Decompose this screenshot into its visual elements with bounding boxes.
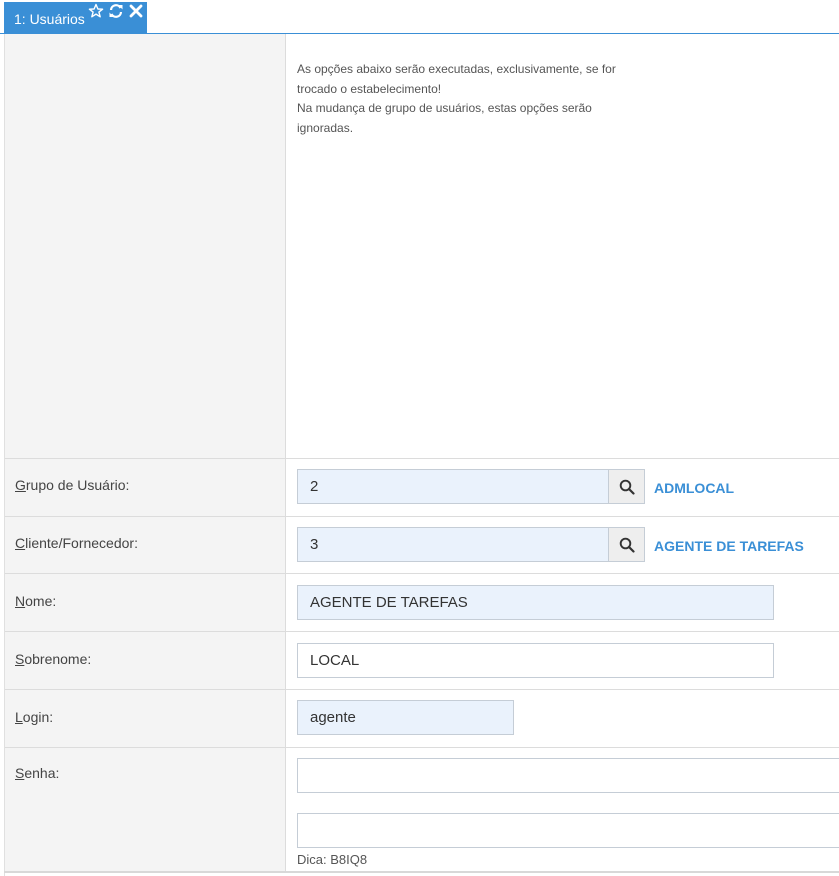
row-cliente-fornecedor: Cliente/Fornecedor: AGENTE DE TAREFAS [5, 517, 839, 574]
label-text: ogin: [22, 709, 54, 725]
label-accesskey: S [15, 651, 25, 667]
grupo-usuario-search-button[interactable] [609, 469, 645, 504]
cliente-fornecedor-input[interactable] [297, 527, 609, 562]
label-accesskey: G [15, 477, 26, 493]
grupo-usuario-input[interactable] [297, 469, 609, 504]
label-accesskey: L [15, 709, 23, 725]
label-accesskey: S [15, 765, 25, 781]
label-cell: Cliente/Fornecedor: [5, 517, 286, 573]
label-text: ome: [25, 593, 57, 609]
cliente-fornecedor-search-button[interactable] [609, 527, 645, 562]
login-label: Login: [15, 709, 53, 725]
search-icon [619, 479, 635, 495]
label-cell: Sobrenome: [5, 632, 286, 689]
row-sobrenome: Sobrenome: [5, 632, 839, 690]
info-message: As opções abaixo serão executadas, exclu… [297, 60, 627, 138]
label-text: liente/Fornecedor: [25, 535, 138, 551]
login-input[interactable] [297, 700, 514, 735]
form-bottom-border [4, 871, 839, 873]
row-grupo-usuario: Grupo de Usuário: ADMLOCAL [5, 459, 839, 517]
close-icon[interactable] [128, 3, 144, 19]
grupo-usuario-label: Grupo de Usuário: [15, 477, 129, 493]
sobrenome-label: Sobrenome: [15, 651, 91, 667]
info-row: As opções abaixo serão executadas, exclu… [5, 34, 839, 459]
sobrenome-input[interactable] [297, 643, 774, 678]
tab-usuarios[interactable]: 1: Usuários [4, 2, 147, 33]
tab-label: 1: Usuários [14, 11, 85, 27]
cliente-fornecedor-lookup-link[interactable]: AGENTE DE TAREFAS [654, 538, 804, 554]
label-text: enha: [24, 765, 60, 781]
row-senha: Senha: Dica: B8IQ8 [5, 748, 839, 873]
row-nome: Nome: [5, 574, 839, 632]
label-cell: Login: [5, 690, 286, 747]
info-line: trocado o estabelecimento! [297, 81, 442, 96]
label-cell [5, 34, 286, 458]
label-text: obrenome: [24, 651, 92, 667]
senha-label: Senha: [15, 765, 59, 781]
senha-hint: Dica: B8IQ8 [297, 852, 368, 867]
senha-confirm-input[interactable] [297, 813, 839, 848]
row-login: Login: [5, 690, 839, 748]
info-line: As opções abaixo serão executadas, exclu… [297, 62, 616, 76]
star-icon[interactable] [88, 3, 104, 19]
info-line: ignoradas. [297, 120, 354, 135]
info-line: Na mudança de grupo de usuários, estas o… [297, 101, 592, 115]
nome-label: Nome: [15, 593, 56, 609]
grupo-usuario-lookup-link[interactable]: ADMLOCAL [654, 480, 734, 496]
senha-input[interactable] [297, 758, 839, 793]
label-text: rupo de Usuário: [25, 477, 130, 493]
label-cell: Grupo de Usuário: [5, 459, 286, 516]
search-icon [619, 537, 635, 553]
tab-bar: 1: Usuários [0, 0, 839, 34]
nome-input[interactable] [297, 585, 774, 620]
user-form: As opções abaixo serão executadas, exclu… [4, 34, 839, 876]
label-accesskey: N [15, 593, 26, 609]
refresh-icon[interactable] [108, 3, 124, 19]
label-accesskey: C [15, 535, 26, 551]
cliente-fornecedor-label: Cliente/Fornecedor: [15, 535, 138, 551]
label-cell: Senha: [5, 748, 286, 873]
label-cell: Nome: [5, 574, 286, 631]
